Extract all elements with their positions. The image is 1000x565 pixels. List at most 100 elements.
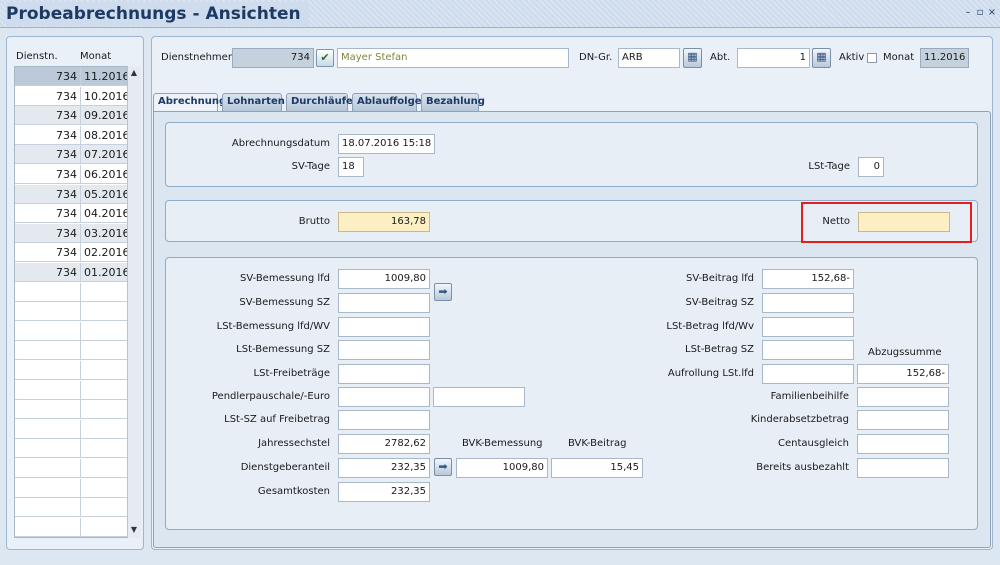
svtage-label: SV-Tage — [291, 161, 330, 172]
pendlereuro-field[interactable] — [433, 387, 525, 407]
tab-lohnarten[interactable]: Lohnarten — [222, 93, 285, 111]
list-cell-dienstn[interactable] — [15, 341, 81, 360]
bereits-ausbezahlt-field[interactable] — [857, 458, 949, 478]
maximize-icon[interactable]: ▫ — [975, 7, 985, 19]
scroll-down-icon[interactable]: ▼ — [128, 524, 140, 536]
sv-bemessung-lfd-label: SV-Bemessung lfd — [239, 273, 330, 284]
list-cell-dienstn[interactable]: 734 — [15, 243, 81, 262]
lst-bemessung-sz-field[interactable] — [338, 340, 430, 360]
gesamtkosten-label: Gesamtkosten — [257, 486, 330, 497]
netto-label: Netto — [822, 216, 850, 227]
list-header-monat: Monat — [80, 51, 112, 62]
dienstgeberanteil-transfer-arrow-icon[interactable]: ➡ — [434, 458, 452, 476]
lst-betrag-lfd-field[interactable] — [762, 317, 854, 337]
employee-month-list[interactable]: 734 11.2016 734 10.2016 734 09.2016 734 08.2016… — [14, 66, 141, 538]
lst-betrag-lfd-label: LSt-Betrag lfd/Wv — [666, 321, 754, 332]
sv-beitrag-lfd-label: SV-Beitrag lfd — [686, 273, 754, 284]
list-cell-dienstn[interactable]: 734 — [15, 204, 81, 223]
dngr-lookup-icon[interactable]: ▦ — [683, 48, 702, 68]
sv-beitrag-sz-label: SV-Beitrag SZ — [685, 297, 754, 308]
list-cell-dienstn[interactable] — [15, 459, 81, 478]
close-icon[interactable]: × — [987, 7, 997, 19]
list-cell-dienstn[interactable] — [15, 479, 81, 498]
list-cell-dienstn[interactable]: 734 — [15, 87, 81, 106]
dngr-field[interactable]: ARB — [618, 48, 680, 68]
check-icon[interactable]: ✔ — [316, 49, 334, 67]
centausgleich-field[interactable] — [857, 434, 949, 454]
list-cell-dienstn[interactable] — [15, 400, 81, 419]
abt-lookup-icon[interactable]: ▦ — [812, 48, 831, 68]
netto-field[interactable] — [858, 212, 950, 232]
lsttage-field[interactable]: 0 — [858, 157, 884, 177]
bvk-bemessung-field[interactable]: 1009,80 — [456, 458, 548, 478]
list-scrollbar[interactable] — [127, 66, 141, 538]
dienstgeberanteil-field[interactable]: 232,35 — [338, 458, 430, 478]
lst-freibetraege-field[interactable] — [338, 364, 430, 384]
list-cell-dienstn[interactable] — [15, 498, 81, 517]
scroll-up-icon[interactable]: ▲ — [128, 67, 140, 79]
brutto-field[interactable]: 163,78 — [338, 212, 430, 232]
svtage-field[interactable]: 18 — [338, 157, 364, 177]
kinderabsetzbetrag-label: Kinderabsetzbetrag — [750, 414, 849, 425]
abt-field[interactable]: 1 — [737, 48, 810, 68]
sv-bemessung-sz-field[interactable] — [338, 293, 430, 313]
list-cell-dienstn[interactable] — [15, 518, 81, 537]
monat-field[interactable]: 11.2016 — [920, 48, 969, 68]
tab-abrechnung[interactable]: Abrechnung — [153, 93, 226, 112]
list-cell-dienstn[interactable]: 734 — [15, 126, 81, 145]
sv-bemessung-sz-label: SV-Bemessung SZ — [239, 297, 330, 308]
tab-durchlaeufer[interactable]: Durchläufer — [286, 93, 358, 111]
bvk-beitrag-label: BVK-Beitrag — [568, 438, 627, 449]
abrechnungsdatum-field[interactable]: 18.07.2016 15:18 — [338, 134, 435, 154]
dn-number-field[interactable]: 734 — [232, 48, 314, 68]
lst-bemessung-sz-label: LSt-Bemessung SZ — [236, 344, 330, 355]
list-cell-dienstn[interactable]: 734 — [15, 224, 81, 243]
bvk-beitrag-field[interactable]: 15,45 — [551, 458, 643, 478]
jahressechstel-field[interactable]: 2782,62 — [338, 434, 430, 454]
minimize-icon[interactable]: – — [963, 7, 973, 19]
list-cell-dienstn[interactable] — [15, 283, 81, 302]
tab-ablauffolge[interactable]: Ablauffolge — [352, 93, 422, 111]
familienbeihilfe-field[interactable] — [857, 387, 949, 407]
lst-sz-freibetrag-label: LSt-SZ auf Freibetrag — [224, 414, 330, 425]
abzugssumme-field[interactable]: 152,68- — [857, 364, 949, 384]
pendlerpauschale-field[interactable] — [338, 387, 430, 407]
window-title: Probeabrechnungs - Ansichten — [6, 2, 309, 26]
aufrollung-lst-field[interactable] — [762, 364, 854, 384]
list-cell-dienstn[interactable]: 734 — [15, 263, 81, 282]
aktiv-label: Aktiv — [839, 52, 865, 63]
list-cell-dienstn[interactable]: 734 — [15, 106, 81, 125]
lst-betrag-sz-label: LSt-Betrag SZ — [685, 344, 754, 355]
jahressechstel-label: Jahressechstel — [258, 438, 330, 449]
list-cell-dienstn[interactable] — [15, 439, 81, 458]
lst-bemessung-lfd-field[interactable] — [338, 317, 430, 337]
list-cell-dienstn[interactable]: 734 — [15, 185, 81, 204]
lsttage-label: LSt-Tage — [808, 161, 850, 172]
list-cell-dienstn[interactable] — [15, 361, 81, 380]
list-cell-dienstn[interactable]: 734 — [15, 145, 81, 164]
bereits-ausbezahlt-label: Bereits ausbezahlt — [756, 462, 849, 473]
dngr-label: DN-Gr. — [579, 52, 613, 63]
list-cell-dienstn[interactable] — [15, 381, 81, 400]
sv-beitrag-lfd-field[interactable]: 152,68- — [762, 269, 854, 289]
lst-sz-freibetrag-field[interactable] — [338, 410, 430, 430]
list-cell-dienstn[interactable]: 734 — [15, 67, 81, 86]
kinderabsetzbetrag-field[interactable] — [857, 410, 949, 430]
list-cell-dienstn[interactable] — [15, 420, 81, 439]
brutto-label: Brutto — [298, 216, 330, 227]
list-cell-dienstn[interactable] — [15, 322, 81, 341]
lst-betrag-sz-field[interactable] — [762, 340, 854, 360]
dienstnehmer-label: Dienstnehmer — [161, 52, 232, 63]
dienstgeberanteil-label: Dienstgeberanteil — [240, 462, 330, 473]
gesamtkosten-field[interactable]: 232,35 — [338, 482, 430, 502]
list-cell-dienstn[interactable] — [15, 302, 81, 321]
lst-freibetraege-label: LSt-Freibeträge — [253, 368, 330, 379]
tab-bezahlung[interactable]: Bezahlung — [421, 93, 485, 111]
pendlerpauschale-label: Pendlerpauschale/-Euro — [211, 391, 330, 402]
sv-bemessung-lfd-field[interactable]: 1009,80 — [338, 269, 430, 289]
sv-bemessung-transfer-arrow-icon[interactable]: ➡ — [434, 283, 452, 301]
list-cell-dienstn[interactable]: 734 — [15, 165, 81, 184]
dn-name-field[interactable]: Mayer Stefan — [337, 48, 569, 68]
sv-beitrag-sz-field[interactable] — [762, 293, 854, 313]
aktiv-checkbox[interactable] — [867, 53, 877, 63]
